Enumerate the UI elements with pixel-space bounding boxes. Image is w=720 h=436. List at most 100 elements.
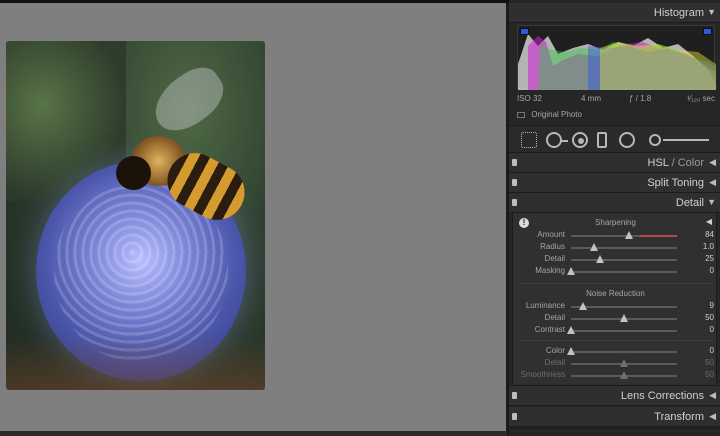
- slider-track[interactable]: [571, 302, 677, 310]
- slider-thumb[interactable]: [567, 347, 575, 355]
- slider-thumb[interactable]: [620, 314, 628, 322]
- panel-switch-icon[interactable]: [512, 392, 517, 399]
- panel-switch-icon[interactable]: [512, 179, 517, 186]
- shutter-speed: ¹⁄₁₂₀ sec: [687, 94, 715, 103]
- sharpening-row[interactable]: Masking 0: [513, 266, 718, 276]
- expand-triangle-icon[interactable]: ◀: [709, 390, 716, 401]
- spot-removal-icon[interactable]: [546, 132, 568, 148]
- detail-panel-body: ! ◀ Sharpening Amount 84 Radius 1.0 Deta…: [512, 212, 717, 386]
- transform-header[interactable]: Transform ◀: [509, 407, 720, 427]
- noise-row[interactable]: Luminance 9: [513, 301, 718, 311]
- slider-thumb[interactable]: [567, 267, 575, 275]
- filmstrip-edge: [0, 431, 507, 436]
- original-photo-toggle[interactable]: Original Photo: [517, 110, 582, 119]
- slider-track[interactable]: [571, 231, 677, 239]
- focal-length: 4 mm: [581, 94, 601, 103]
- slider-thumb[interactable]: [578, 302, 587, 310]
- slider-value[interactable]: 25: [690, 254, 714, 263]
- noise-reduction-title: Noise Reduction: [586, 289, 645, 298]
- expand-triangle-icon[interactable]: ◀: [709, 177, 716, 188]
- lens-corrections-title: Lens Corrections: [620, 390, 704, 402]
- sharpening-row[interactable]: Radius 1.0: [513, 242, 718, 252]
- bee-head: [116, 156, 151, 190]
- redeye-icon[interactable]: [572, 132, 588, 148]
- slider-thumb[interactable]: [595, 255, 604, 263]
- slider-track[interactable]: [571, 359, 677, 367]
- expand-triangle-icon[interactable]: ◀: [709, 157, 716, 168]
- slider-thumb[interactable]: [620, 359, 628, 367]
- photo-bottom-tone: [6, 335, 265, 390]
- aperture: ƒ / 1.8: [629, 94, 652, 103]
- slider-value[interactable]: 50: [690, 358, 714, 367]
- histogram-graph[interactable]: [517, 25, 716, 90]
- slider-label: Detail: [544, 358, 565, 367]
- slider-track[interactable]: [567, 267, 677, 275]
- split-toning-header[interactable]: Split Toning ◀: [509, 173, 720, 193]
- slider-label: Amount: [537, 230, 565, 239]
- adjustment-brush-icon[interactable]: [649, 132, 709, 148]
- noise-row[interactable]: Color 0: [513, 346, 718, 356]
- slider-value[interactable]: 1.0: [690, 242, 714, 251]
- collapse-triangle-icon[interactable]: ▼: [707, 197, 716, 207]
- slider-value[interactable]: 9: [690, 301, 714, 310]
- slider-label: Smoothness: [520, 370, 565, 379]
- radial-filter-icon[interactable]: [619, 132, 635, 148]
- bee-wing: [144, 58, 233, 142]
- noise-row[interactable]: Smoothness 50: [513, 370, 718, 380]
- grid-icon[interactable]: [521, 132, 537, 148]
- noise-row[interactable]: Contrast 0: [513, 325, 718, 335]
- hsl-color-title: HSL / Color: [648, 157, 704, 169]
- slider-thumb[interactable]: [620, 371, 628, 379]
- slider-label: Detail: [544, 313, 565, 322]
- slider-thumb[interactable]: [625, 231, 634, 239]
- histogram-header[interactable]: Histogram ▼: [509, 3, 720, 23]
- graduated-filter-icon[interactable]: [597, 132, 607, 148]
- slider-value[interactable]: 84: [690, 230, 714, 239]
- slider-track[interactable]: [571, 314, 677, 322]
- slider-value[interactable]: 50: [690, 313, 714, 322]
- panel-switch-icon[interactable]: [512, 159, 517, 166]
- slider-label: Masking: [535, 266, 565, 275]
- slider-label: Detail: [544, 254, 565, 263]
- slider-thumb[interactable]: [590, 243, 599, 251]
- sharpening-row[interactable]: Amount 84: [513, 230, 718, 240]
- histogram-svg: [518, 34, 716, 90]
- original-photo-checkbox-icon[interactable]: [517, 112, 525, 118]
- panel-switch-icon[interactable]: [512, 413, 517, 420]
- section-divider: [519, 340, 712, 341]
- original-photo-label: Original Photo: [531, 110, 582, 119]
- panel-switch-icon[interactable]: [512, 199, 517, 206]
- sharpening-title: Sharpening: [595, 218, 636, 227]
- transform-title: Transform: [654, 411, 704, 423]
- noise-row[interactable]: Detail 50: [513, 358, 718, 368]
- noise-row[interactable]: Detail 50: [513, 313, 718, 323]
- shadow-clipping-icon[interactable]: [520, 28, 529, 35]
- section-divider: [519, 283, 712, 284]
- slider-track[interactable]: [571, 243, 677, 251]
- iso-value: ISO 32: [517, 94, 542, 103]
- slider-track[interactable]: [571, 255, 677, 263]
- slider-value[interactable]: 0: [690, 266, 714, 275]
- right-develop-panel: Histogram ▼ ISO 32 4 mm ƒ / 1.8 ¹⁄₁₂₀ se…: [509, 0, 720, 436]
- brush-dot: [649, 134, 661, 146]
- slider-label: Contrast: [534, 325, 565, 334]
- slider-track[interactable]: [571, 371, 677, 379]
- slider-label: Color: [545, 346, 565, 355]
- highlight-clipping-icon[interactable]: [703, 28, 712, 35]
- exif-row: ISO 32 4 mm ƒ / 1.8 ¹⁄₁₂₀ sec: [517, 94, 715, 104]
- expand-triangle-icon[interactable]: ◀: [709, 411, 716, 422]
- hsl-color-header[interactable]: HSL / Color ◀: [509, 153, 720, 173]
- detail-header[interactable]: Detail ▼: [509, 193, 720, 213]
- photo-preview[interactable]: [6, 41, 265, 390]
- slider-value[interactable]: 0: [690, 346, 714, 355]
- slider-track[interactable]: [567, 326, 677, 334]
- sharpening-row[interactable]: Detail 25: [513, 254, 718, 264]
- slider-thumb[interactable]: [567, 326, 575, 334]
- collapse-triangle-icon[interactable]: ▼: [707, 7, 716, 17]
- slider-track[interactable]: [567, 347, 677, 355]
- hsl-separator: /: [668, 157, 678, 169]
- toolstrip: [509, 125, 720, 153]
- slider-value[interactable]: 50: [690, 370, 714, 379]
- lens-corrections-header[interactable]: Lens Corrections ◀: [509, 386, 720, 406]
- slider-value[interactable]: 0: [690, 325, 714, 334]
